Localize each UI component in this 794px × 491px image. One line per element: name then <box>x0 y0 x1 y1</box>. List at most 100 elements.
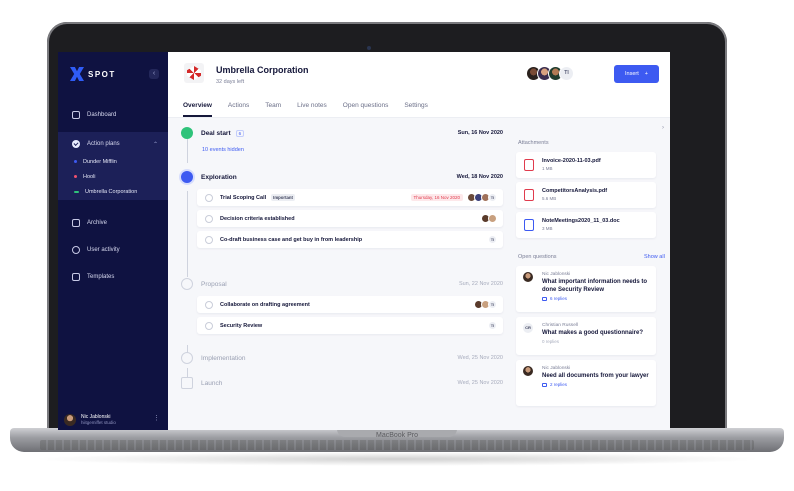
replies-link[interactable]: 6 replies <box>542 296 650 301</box>
question-author: Nic Jablonski <box>542 366 571 371</box>
stage-name: Exploration <box>201 173 237 181</box>
plan-umbrella-corporation[interactable]: Umbrella Corporation <box>58 185 168 198</box>
attachment-item[interactable]: Invoice-2020-11-03.pdf 1 MB <box>516 152 656 178</box>
task-row[interactable]: Security Review TI <box>197 317 503 334</box>
show-all-link[interactable]: Show all <box>644 254 665 260</box>
deal-timeline: Deal start 6 Sun, 16 Nov 2020 10 events … <box>168 119 508 430</box>
comment-count-badge: 6 <box>235 129 245 137</box>
product-mockup: MacBook Pro SPOT ‹ Dashboard Action plan… <box>0 0 794 491</box>
avatar-initials: TI <box>488 321 497 330</box>
task-checkbox[interactable] <box>205 193 213 202</box>
nav-action-plans[interactable]: Action plans ⌃ <box>58 134 168 154</box>
collapse-sidebar-button[interactable]: ‹ <box>149 69 159 79</box>
sidebar: SPOT ‹ Dashboard Action plans ⌃ Dunder M… <box>58 52 168 430</box>
task-checkbox[interactable] <box>205 235 213 244</box>
stage-launch[interactable]: Launch Wed, 25 Nov 2020 <box>181 377 503 389</box>
task-checkbox[interactable] <box>205 214 213 223</box>
pdf-file-icon <box>524 159 534 171</box>
task-row[interactable]: Co-draft business case and get buy in fr… <box>197 231 503 248</box>
plan-dot-icon <box>74 175 77 178</box>
avatar-initials: TI <box>488 193 497 202</box>
replies-count: 2 replies <box>550 382 568 387</box>
replies-count: 6 replies <box>550 296 568 301</box>
question-card[interactable]: Nic Jablonski What important information… <box>516 266 656 312</box>
replies-count: 0 replies <box>542 339 560 344</box>
stage-exploration[interactable]: Exploration Wed, 18 Nov 2020 <box>181 171 503 183</box>
page-title: Umbrella Corporation <box>216 65 309 75</box>
file-size: 1 MB <box>542 166 553 171</box>
open-questions-title: Open questions <box>518 254 557 260</box>
task-checkbox[interactable] <box>205 321 213 330</box>
plan-dash-icon <box>74 190 79 193</box>
stage-date: Sun, 16 Nov 2020 <box>457 130 503 136</box>
task-name: Collaborate on drafting agreement <box>220 301 310 308</box>
stage-date: Sun, 22 Nov 2020 <box>458 281 503 287</box>
app-screen: SPOT ‹ Dashboard Action plans ⌃ Dunder M… <box>58 52 670 430</box>
more-vertical-icon[interactable]: ⋮ <box>153 414 160 422</box>
stage-deal-start[interactable]: Deal start 6 Sun, 16 Nov 2020 <box>181 127 503 139</box>
laptop-keyboard-edge <box>40 440 754 450</box>
stage-date: Wed, 18 Nov 2020 <box>456 174 503 180</box>
question-card[interactable]: Nic Jablonski Need all documents from yo… <box>516 360 656 406</box>
nav-dashboard[interactable]: Dashboard <box>58 105 168 125</box>
stage-name: Launch <box>201 379 223 387</box>
tab-settings[interactable]: Settings <box>404 102 428 109</box>
plan-dot-icon <box>74 160 77 163</box>
tab-team[interactable]: Team <box>265 102 281 109</box>
main-content: Umbrella Corporation 32 days left TI Ins… <box>168 52 670 430</box>
avatar-initials: TI <box>488 235 497 244</box>
team-avatars[interactable]: TI <box>526 66 574 81</box>
brand-name: SPOT <box>88 69 116 79</box>
file-name: CompetitorsAnalysis.pdf <box>542 188 608 194</box>
x-logo-icon <box>70 67 84 81</box>
current-user[interactable]: Nic Jablonski hiitgemiffet studio ⋮ <box>58 409 168 430</box>
doc-file-icon <box>524 219 534 231</box>
stage-proposal[interactable]: Proposal Sun, 22 Nov 2020 <box>181 278 503 290</box>
camera-dot <box>367 46 371 50</box>
stage-name: Deal start <box>201 129 231 137</box>
stage-date: Wed, 25 Nov 2020 <box>457 355 503 361</box>
question-text: What important information needs to done… <box>542 279 647 293</box>
archive-icon <box>72 219 80 227</box>
chevron-right-icon[interactable]: › <box>662 125 664 131</box>
tab-overview[interactable]: Overview <box>183 102 212 117</box>
stage-implementation[interactable]: Implementation Wed, 25 Nov 2020 <box>181 352 503 364</box>
file-size: 3 MB <box>542 226 553 231</box>
file-size: 5.6 MB <box>542 196 557 201</box>
insert-button[interactable]: Insert + <box>614 65 659 83</box>
plan-dunder-mifflin[interactable]: Dunder Mifflin <box>58 155 168 168</box>
stage-name: Proposal <box>201 280 227 288</box>
nav-templates[interactable]: Templates <box>58 267 168 287</box>
tab-open-questions[interactable]: Open questions <box>343 102 389 109</box>
avatar-initials: TI <box>559 66 574 81</box>
plan-hooli[interactable]: Hooli <box>58 170 168 183</box>
important-tag: Important <box>271 194 295 201</box>
replies-link[interactable]: 2 replies <box>542 382 650 387</box>
nav-templates-label: Templates <box>87 274 115 280</box>
nav-action-plans-label: Action plans <box>87 141 120 147</box>
task-row[interactable]: Trial Scoping Call Important Thursday, 1… <box>197 189 503 206</box>
empty-circle-icon <box>181 352 193 364</box>
question-text: Need all documents from your lawyer <box>542 373 649 379</box>
task-checkbox[interactable] <box>205 300 213 309</box>
attachment-item[interactable]: CompetitorsAnalysis.pdf 5.6 MB <box>516 182 656 208</box>
question-card[interactable]: CR Christian Russell What makes a good q… <box>516 317 656 355</box>
replies-link[interactable]: 0 replies <box>542 339 650 344</box>
avatar-initials: CR <box>523 323 533 333</box>
attachments-title: Attachments <box>518 140 549 146</box>
task-row[interactable]: Collaborate on drafting agreement TI <box>197 296 503 313</box>
show-hidden-events-link[interactable]: 10 events hidden <box>202 147 244 153</box>
question-author: Nic Jablonski <box>542 272 571 277</box>
attachment-item[interactable]: NoteMeetings2020_11_03.doc 3 MB <box>516 212 656 238</box>
nav-archive[interactable]: Archive <box>58 213 168 233</box>
tab-actions[interactable]: Actions <box>228 102 249 109</box>
timeline-rail <box>187 191 188 277</box>
plus-icon: + <box>644 71 648 77</box>
tab-live-notes[interactable]: Live notes <box>297 102 327 109</box>
nav-user-activity[interactable]: User activity <box>58 240 168 260</box>
task-row[interactable]: Decision criteria established <box>197 210 503 227</box>
brand-logo[interactable]: SPOT <box>70 66 116 82</box>
clock-icon <box>181 171 193 183</box>
file-name: NoteMeetings2020_11_03.doc <box>542 218 620 224</box>
comment-icon <box>542 296 547 301</box>
